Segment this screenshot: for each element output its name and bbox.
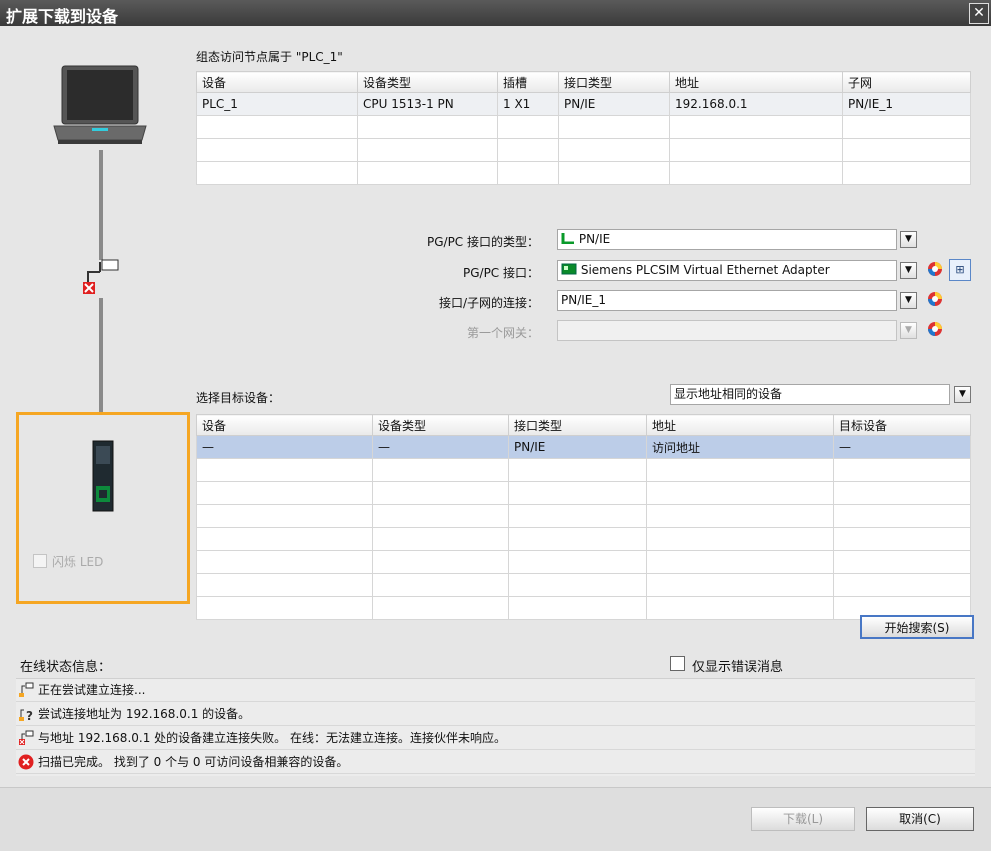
shield-icon[interactable] [927, 321, 943, 337]
first-gateway-select[interactable] [557, 320, 897, 341]
title-bar: 扩展下载到设备 ✕ [0, 0, 991, 26]
cell-target-device: — [833, 435, 971, 459]
table-row [196, 504, 971, 528]
table-row [196, 161, 971, 185]
table-row[interactable]: — — PN/IE 访问地址 — [196, 435, 971, 459]
connection-failed-icon [19, 730, 34, 745]
interface-type-value: PN/IE [578, 232, 611, 246]
cancel-button[interactable]: 取消(C) [866, 807, 974, 831]
pg-pc-computer-icon [53, 65, 147, 144]
list-item: 与地址 192.168.0.1 处的设备建立连接失败。 在线：无法建立连接。连接… [16, 727, 975, 750]
list-item: 扫描已完成。 找到了 0 个与 0 可访问设备相兼容的设备。 [16, 751, 975, 774]
cell-device: PLC_1 [196, 92, 358, 116]
table-row [196, 481, 971, 505]
col-device-type[interactable]: 设备类型 [357, 71, 498, 93]
pgpc-interface-select[interactable]: Siemens PLCSIM Virtual Ethernet Adapter [557, 260, 897, 281]
col-subnet[interactable]: 子网 [842, 71, 971, 93]
list-item: ? 尝试连接地址为 192.168.0.1 的设备。 [16, 703, 975, 726]
col-slot[interactable]: 插槽 [497, 71, 559, 93]
status-heading: 在线状态信息： [20, 660, 112, 675]
status-message-text: 正在尝试建立连接... [38, 683, 146, 697]
col-address[interactable]: 地址 [646, 414, 834, 436]
plc-device-icon [92, 440, 114, 512]
first-gateway-label: 第一个网关： [466, 326, 539, 340]
table-row [196, 596, 971, 620]
connection-line-top [99, 150, 103, 260]
download-button[interactable]: 下载(L) [751, 807, 855, 831]
table-row [196, 573, 971, 597]
table-row[interactable]: PLC_1 CPU 1513-1 PN 1 X1 PN/IE 192.168.0… [196, 92, 971, 116]
col-interface-type[interactable]: 接口类型 [558, 71, 670, 93]
cell-device: — [196, 435, 373, 459]
table-row [196, 458, 971, 482]
status-message-text: 扫描已完成。 找到了 0 个与 0 可访问设备相兼容的设备。 [38, 755, 349, 769]
close-button[interactable]: ✕ [969, 3, 989, 24]
flash-led-checkbox[interactable] [33, 554, 47, 568]
errors-only-label: 仅显示错误消息 [692, 660, 784, 675]
connecting-icon [19, 682, 34, 697]
device-filter-select[interactable]: 显示地址相同的设备 [670, 384, 950, 405]
cell-subnet: PN/IE_1 [842, 92, 971, 116]
pn-ie-icon [561, 233, 574, 245]
table-row [196, 527, 971, 551]
col-target-device[interactable]: 目标设备 [833, 414, 971, 436]
chevron-down-icon[interactable]: ▼ [900, 262, 917, 279]
cell-interface-type: PN/IE [508, 435, 647, 459]
chevron-down-icon[interactable]: ▼ [954, 386, 971, 403]
status-message-text: 尝试连接地址为 192.168.0.1 的设备。 [38, 707, 251, 721]
dialog-footer: 下载(L) 取消(C) [0, 787, 991, 851]
properties-icon[interactable]: ⊞ [949, 259, 971, 281]
dialog-title: 扩展下载到设备 [6, 7, 119, 26]
col-device[interactable]: 设备 [196, 71, 358, 93]
col-device-type[interactable]: 设备类型 [372, 414, 509, 436]
cell-device-type: — [372, 435, 509, 459]
status-message-text: 与地址 192.168.0.1 处的设备建立连接失败。 在线：无法建立连接。连接… [38, 731, 506, 745]
cell-address[interactable]: 访问地址 [646, 435, 834, 459]
chevron-down-icon[interactable]: ▼ [900, 231, 917, 248]
cell-address: 192.168.0.1 [669, 92, 843, 116]
target-heading: 选择目标设备： [196, 391, 281, 405]
status-message-list: 正在尝试建立连接... ? 尝试连接地址为 192.168.0.1 的设备。 与… [16, 678, 975, 776]
col-device[interactable]: 设备 [196, 414, 373, 436]
chevron-down-icon[interactable]: ▼ [900, 292, 917, 309]
shield-icon[interactable] [927, 291, 943, 307]
col-address[interactable]: 地址 [669, 71, 843, 93]
query-connection-icon: ? [19, 709, 33, 722]
config-heading: 组态访问节点属于 "PLC_1" [196, 50, 343, 64]
svg-text:?: ? [26, 709, 33, 722]
cell-device-type: CPU 1513-1 PN [357, 92, 498, 116]
interface-type-label: PG/PC 接口的类型： [426, 235, 539, 249]
subnet-connection-value: PN/IE_1 [561, 293, 607, 307]
extended-download-dialog: 扩展下载到设备 ✕ 闪烁 LED 组态访问节点属于 "PLC_1" 设备 设备类… [0, 0, 991, 851]
table-row [196, 550, 971, 574]
cell-slot: 1 X1 [497, 92, 559, 116]
connection-line-bottom [99, 298, 103, 418]
network-card-icon [561, 263, 577, 275]
start-search-button[interactable]: 开始搜索(S) [860, 615, 974, 639]
table-row [196, 138, 971, 162]
device-filter-value: 显示地址相同的设备 [674, 387, 783, 401]
config-table: 设备 设备类型 插槽 接口类型 地址 子网 PLC_1 CPU 1513-1 P… [196, 71, 971, 185]
chevron-down-icon[interactable]: ▼ [900, 322, 917, 339]
error-icon [18, 754, 34, 770]
list-item: 正在尝试建立连接... [16, 679, 975, 702]
target-table: 设备 设备类型 接口类型 地址 目标设备 — — PN/IE 访问地址 — [196, 414, 971, 620]
subnet-connection-select[interactable]: PN/IE_1 [557, 290, 897, 311]
table-row [196, 115, 971, 139]
cell-interface-type: PN/IE [558, 92, 670, 116]
flash-led-label: 闪烁 LED [52, 555, 104, 569]
pgpc-interface-value: Siemens PLCSIM Virtual Ethernet Adapter [580, 263, 830, 277]
col-interface-type[interactable]: 接口类型 [508, 414, 647, 436]
network-adapter-icon [83, 259, 119, 294]
target-table-header: 设备 设备类型 接口类型 地址 目标设备 [196, 414, 971, 436]
shield-icon[interactable] [927, 261, 943, 277]
subnet-connection-label: 接口/子网的连接： [438, 296, 539, 310]
interface-type-select[interactable]: PN/IE [557, 229, 897, 250]
errors-only-checkbox[interactable] [670, 656, 685, 671]
config-table-header: 设备 设备类型 插槽 接口类型 地址 子网 [196, 71, 971, 93]
pgpc-interface-label: PG/PC 接口： [462, 266, 539, 280]
